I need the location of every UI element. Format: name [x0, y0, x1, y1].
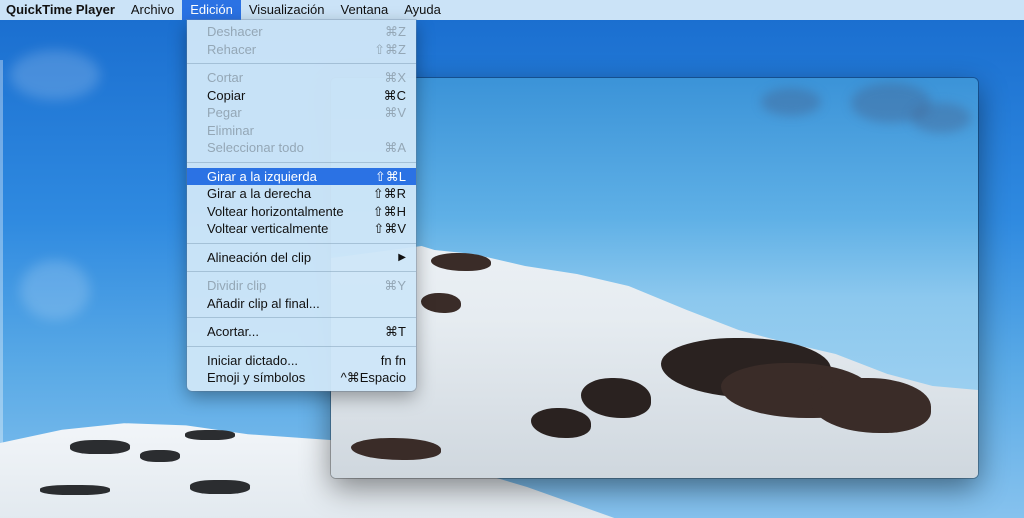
- menubar-app-name[interactable]: QuickTime Player: [0, 0, 123, 20]
- menu-item-shortcut: ⇧⌘R: [372, 186, 406, 201]
- menu-item-label: Emoji y símbolos: [207, 370, 306, 385]
- menu-item-cortar[interactable]: Cortar ⌘X: [187, 69, 416, 87]
- menu-item-deshacer[interactable]: Deshacer ⌘Z: [187, 23, 416, 41]
- menu-item-emoji-simbolos[interactable]: Emoji y símbolos ^⌘Espacio: [187, 369, 416, 387]
- menu-separator: [187, 345, 416, 347]
- menu-item-label: Girar a la derecha: [207, 186, 312, 201]
- menu-item-shortcut: ⌘Z: [385, 24, 406, 39]
- window-edge: [0, 60, 3, 450]
- menu-item-alineacion-clip[interactable]: Alineación del clip ▶: [187, 249, 416, 267]
- menu-separator: [187, 161, 416, 163]
- menu-item-rehacer[interactable]: Rehacer ⇧⌘Z: [187, 41, 416, 59]
- menu-item-label: Voltear horizontalmente: [207, 203, 344, 219]
- menu-item-label: Pegar: [207, 105, 242, 120]
- menu-item-pegar[interactable]: Pegar ⌘V: [187, 104, 416, 122]
- menu-item-girar-izquierda[interactable]: Girar a la izquierda ⇧⌘L: [187, 167, 416, 185]
- menu-item-shortcut: ⌘C: [383, 87, 406, 103]
- menu-item-shortcut: ⌘V: [384, 105, 406, 120]
- wallpaper-rock: [140, 450, 180, 462]
- menu-item-shortcut: ⌘T: [385, 324, 406, 339]
- menu-item-label: Rehacer: [207, 41, 257, 57]
- menu-item-label: Cortar: [207, 70, 244, 85]
- menu-item-label: Deshacer: [207, 24, 263, 39]
- menu-item-shortcut: ⇧⌘Z: [374, 41, 406, 57]
- menu-item-girar-derecha[interactable]: Girar a la derecha ⇧⌘R: [187, 185, 416, 203]
- menubar-item-edicion[interactable]: Edición: [182, 0, 241, 20]
- menu-separator: [187, 271, 416, 272]
- menu-item-label: Eliminar: [207, 122, 254, 138]
- menu-item-label: Copiar: [207, 87, 246, 103]
- menu-item-label: Voltear verticalmente: [207, 221, 329, 236]
- wallpaper-rock: [190, 480, 250, 494]
- menu-separator: [187, 242, 416, 244]
- menu-item-label: Girar a la izquierda: [207, 168, 317, 184]
- menu-item-shortcut: ⌘X: [384, 70, 406, 85]
- triangle-right-icon: ▶: [398, 251, 406, 263]
- menu-item-shortcut: ⌘Y: [384, 278, 406, 293]
- menu-item-shortcut: ⇧⌘H: [372, 203, 406, 219]
- menu-item-acortar[interactable]: Acortar... ⌘T: [187, 323, 416, 341]
- sky-cloud: [911, 103, 971, 133]
- menu-item-shortcut: ^⌘Espacio: [340, 370, 406, 385]
- wallpaper-rock: [70, 440, 130, 454]
- menubar-item-ventana[interactable]: Ventana: [333, 0, 397, 20]
- menu-item-shortcut: ⇧⌘V: [373, 221, 406, 236]
- wallpaper-cloud: [20, 260, 90, 320]
- menu-item-iniciar-dictado[interactable]: Iniciar dictado... fn fn: [187, 352, 416, 370]
- wallpaper-cloud: [10, 50, 100, 100]
- menu-item-label: Dividir clip: [207, 278, 267, 293]
- menubar-item-visualizacion[interactable]: Visualización: [241, 0, 333, 20]
- menu-bar: QuickTime Player Archivo Edición Visuali…: [0, 0, 1024, 20]
- menu-item-dividir-clip[interactable]: Dividir clip ⌘Y: [187, 277, 416, 295]
- menu-item-label: Iniciar dictado...: [207, 352, 299, 368]
- menu-item-label: Acortar...: [207, 324, 260, 339]
- menu-item-shortcut: fn fn: [380, 352, 406, 368]
- menu-item-label: Seleccionar todo: [207, 140, 304, 155]
- menu-item-eliminar[interactable]: Eliminar: [187, 122, 416, 140]
- wallpaper-rock: [40, 485, 110, 495]
- menu-separator: [187, 63, 416, 64]
- menu-item-shortcut: ⇧⌘L: [374, 168, 406, 184]
- menu-item-copiar[interactable]: Copiar ⌘C: [187, 87, 416, 105]
- video-player-window[interactable]: [331, 78, 978, 478]
- menu-item-voltear-vertical[interactable]: Voltear verticalmente ⇧⌘V: [187, 220, 416, 238]
- menubar-item-archivo[interactable]: Archivo: [123, 0, 182, 20]
- menu-item-label: Añadir clip al final...: [207, 295, 320, 311]
- menubar-item-ayuda[interactable]: Ayuda: [396, 0, 449, 20]
- menu-separator: [187, 317, 416, 318]
- menu-item-seleccionar-todo[interactable]: Seleccionar todo ⌘A: [187, 139, 416, 157]
- sky-cloud: [761, 88, 821, 116]
- menu-item-label: Alineación del clip: [207, 249, 312, 265]
- menu-item-voltear-horizontal[interactable]: Voltear horizontalmente ⇧⌘H: [187, 203, 416, 221]
- wallpaper-rock: [185, 430, 235, 440]
- menu-item-anadir-clip[interactable]: Añadir clip al final...: [187, 295, 416, 313]
- menu-item-shortcut: ⌘A: [384, 140, 406, 155]
- edit-menu-dropdown: Deshacer ⌘Z Rehacer ⇧⌘Z Cortar ⌘X Copiar…: [187, 20, 416, 391]
